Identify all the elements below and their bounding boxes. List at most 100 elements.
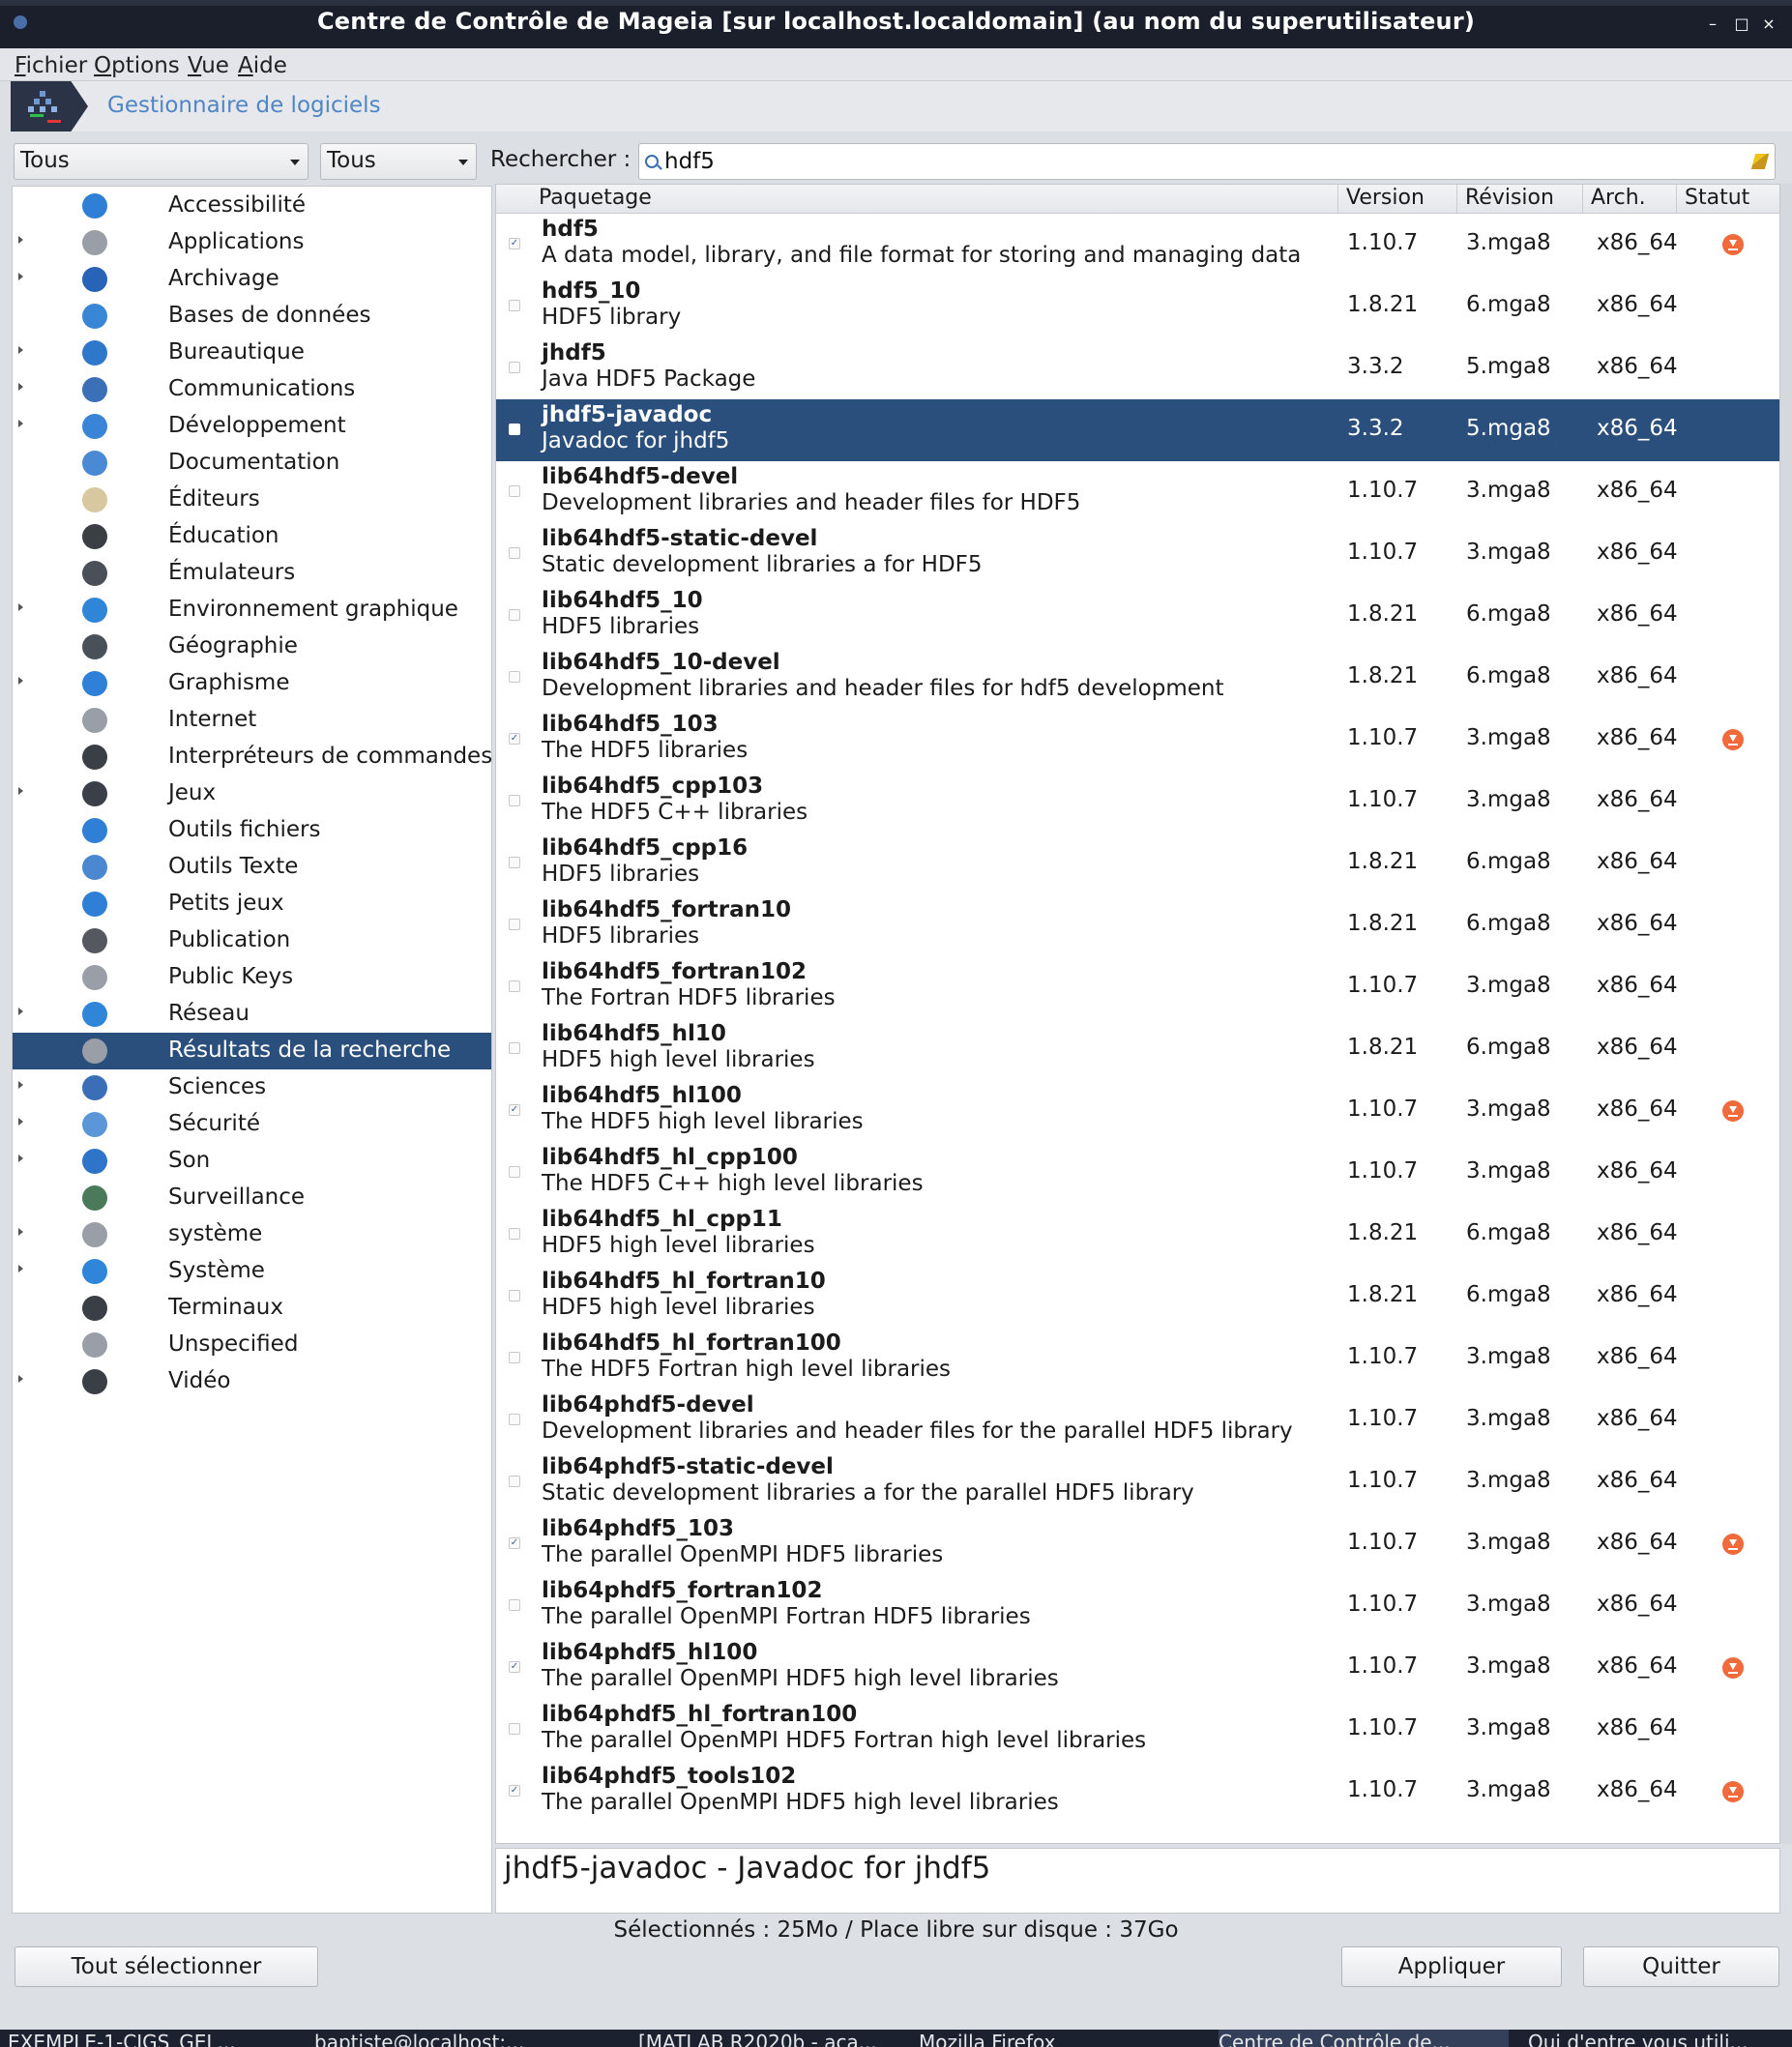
category-item[interactable]: Système [13, 1253, 491, 1290]
table-row[interactable]: lib64hdf5_10-devel Development libraries … [496, 647, 1779, 709]
expander-icon[interactable] [18, 1375, 23, 1383]
type-filter-select[interactable]: Tous [14, 143, 308, 180]
expander-icon[interactable] [18, 236, 23, 244]
category-item[interactable]: Communications [13, 371, 491, 408]
category-item[interactable]: Public Keys [13, 959, 491, 996]
table-row[interactable]: lib64hdf5_hl_fortran100 The HDF5 Fortran … [496, 1328, 1779, 1389]
category-item[interactable]: Bureautique [13, 335, 491, 371]
minimize-icon[interactable]: – [1702, 14, 1723, 35]
package-checkbox[interactable]: ✓ [509, 1104, 520, 1116]
category-item[interactable]: Publication [13, 922, 491, 959]
category-item[interactable]: Graphisme [13, 665, 491, 702]
status-filter-select[interactable]: Tous [320, 143, 477, 180]
column-header-revision[interactable]: Révision [1456, 185, 1582, 214]
category-item[interactable]: Petits jeux [13, 886, 491, 922]
package-checkbox[interactable]: ✓ [509, 1661, 520, 1673]
package-checkbox[interactable]: ✓ [509, 1537, 520, 1549]
column-header-package[interactable]: Paquetage [531, 185, 864, 214]
package-checkbox[interactable] [509, 919, 520, 930]
category-item[interactable]: Développement [13, 408, 491, 445]
column-header-arch[interactable]: Arch. [1582, 185, 1676, 214]
search-input[interactable] [664, 146, 1728, 177]
package-checkbox[interactable]: ✓ [509, 238, 520, 249]
select-all-button[interactable]: Tout sélectionner [15, 1946, 318, 1987]
category-item[interactable]: Résultats de la recherche [13, 1033, 491, 1069]
category-item[interactable]: Son [13, 1143, 491, 1180]
table-row[interactable]: lib64hdf5_hl_cpp11 HDF5 high level librar… [496, 1204, 1779, 1266]
category-item[interactable]: Jeux [13, 775, 491, 812]
table-row[interactable]: lib64hdf5-devel Development libraries and… [496, 461, 1779, 523]
expander-icon[interactable] [18, 1155, 23, 1162]
package-checkbox[interactable] [509, 1476, 520, 1487]
expander-icon[interactable] [18, 1118, 23, 1126]
table-row[interactable]: jhdf5-javadoc Javadoc for jhdf5 3.3.2 5.mga… [496, 399, 1779, 461]
category-item[interactable]: Applications [13, 224, 491, 261]
category-item[interactable]: Outils fichiers [13, 812, 491, 849]
vertical-scrollbar[interactable] [1780, 184, 1792, 1844]
table-row[interactable]: lib64hdf5_10 HDF5 libraries 1.8.21 6.mga8 x8… [496, 585, 1779, 647]
table-row[interactable]: jhdf5 Java HDF5 Package 3.3.2 5.mga8 x86_64 [496, 337, 1779, 399]
table-row[interactable]: ✓ hdf5 A data model, library, and file for… [496, 214, 1779, 276]
category-item[interactable]: Bases de données [13, 298, 491, 335]
menu-vue[interactable]: Vue [188, 53, 229, 78]
category-item[interactable]: Sciences [13, 1069, 491, 1106]
package-checkbox[interactable] [509, 1042, 520, 1054]
package-checkbox[interactable] [509, 1290, 520, 1301]
category-item[interactable]: Surveillance [13, 1180, 491, 1216]
expander-icon[interactable] [18, 677, 23, 685]
table-row[interactable]: lib64phdf5-devel Development libraries an… [496, 1389, 1779, 1451]
expander-icon[interactable] [18, 1008, 23, 1015]
table-row[interactable]: lib64hdf5_hl_fortran10 HDF5 high level li… [496, 1266, 1779, 1328]
package-checkbox[interactable] [509, 857, 520, 868]
expander-icon[interactable] [18, 603, 23, 611]
column-header-status[interactable]: Statut [1676, 185, 1779, 214]
package-checkbox[interactable] [509, 795, 520, 806]
expander-icon[interactable] [18, 1081, 23, 1089]
expander-icon[interactable] [18, 1265, 23, 1272]
menu-fichier[interactable]: Fichier [15, 53, 87, 78]
taskbar-item[interactable]: Mozilla Firefox [919, 2030, 1199, 2047]
package-checkbox[interactable] [509, 424, 520, 435]
expander-icon[interactable] [18, 346, 23, 354]
maximize-icon[interactable]: □ [1731, 14, 1752, 35]
table-row[interactable]: lib64hdf5_fortran10 HDF5 libraries 1.8.21 6… [496, 894, 1779, 956]
package-checkbox[interactable] [509, 1414, 520, 1425]
table-row[interactable]: ✓ lib64hdf5_hl100 The HDF5 high level libr… [496, 1080, 1779, 1142]
package-checkbox[interactable] [509, 362, 520, 373]
package-checkbox[interactable] [509, 1352, 520, 1363]
category-item[interactable]: Internet [13, 702, 491, 739]
package-checkbox[interactable] [509, 485, 520, 497]
category-item[interactable]: Unspecified [13, 1327, 491, 1363]
table-row[interactable]: lib64phdf5_hl_fortran100 The parallel Ope… [496, 1699, 1779, 1761]
category-item[interactable]: Éditeurs [13, 482, 491, 518]
taskbar-item[interactable]: baptiste@localhost:... [314, 2030, 604, 2047]
taskbar-item-active[interactable]: Centre de Contrôle de... [1219, 2030, 1509, 2047]
package-checkbox[interactable]: ✓ [509, 1785, 520, 1797]
category-item[interactable]: système [13, 1216, 491, 1253]
category-item[interactable]: Sécurité [13, 1106, 491, 1143]
category-item[interactable]: Géographie [13, 629, 491, 665]
category-item[interactable]: Archivage [13, 261, 491, 298]
menu-options[interactable]: Options [94, 53, 180, 78]
expander-icon[interactable] [18, 383, 23, 391]
category-item[interactable]: Éducation [13, 518, 491, 555]
table-row[interactable]: lib64hdf5_hl_cpp100 The HDF5 C++ high lev… [496, 1142, 1779, 1204]
category-tree[interactable]: Accessibilité Applications Archivage Bases … [12, 186, 492, 1914]
category-item[interactable]: Émulateurs [13, 555, 491, 592]
table-row[interactable]: lib64hdf5_cpp103 The HDF5 C++ libraries 1.… [496, 771, 1779, 833]
expander-icon[interactable] [18, 273, 23, 280]
table-row[interactable]: lib64phdf5-static-devel Static developmen… [496, 1451, 1779, 1513]
category-item[interactable]: Environnement graphique [13, 592, 491, 629]
package-checkbox[interactable] [509, 980, 520, 992]
table-row[interactable]: lib64hdf5-static-devel Static development… [496, 523, 1779, 585]
clear-search-icon[interactable] [1750, 154, 1770, 169]
table-row[interactable]: ✓ lib64phdf5_hl100 The parallel OpenMPI HD… [496, 1637, 1779, 1699]
table-row[interactable]: lib64hdf5_hl10 HDF5 high level libraries 1… [496, 1018, 1779, 1080]
category-item[interactable]: Vidéo [13, 1363, 491, 1400]
package-checkbox[interactable] [509, 300, 520, 311]
taskbar-item[interactable]: EXEMPLE-1-CIGS_GEL... [8, 2030, 298, 2047]
category-item[interactable]: Interpréteurs de commandes [13, 739, 492, 775]
package-checkbox[interactable] [509, 1723, 520, 1735]
search-field[interactable] [638, 143, 1776, 180]
table-row[interactable]: hdf5_10 HDF5 library 1.8.21 6.mga8 x86_64 [496, 276, 1779, 337]
